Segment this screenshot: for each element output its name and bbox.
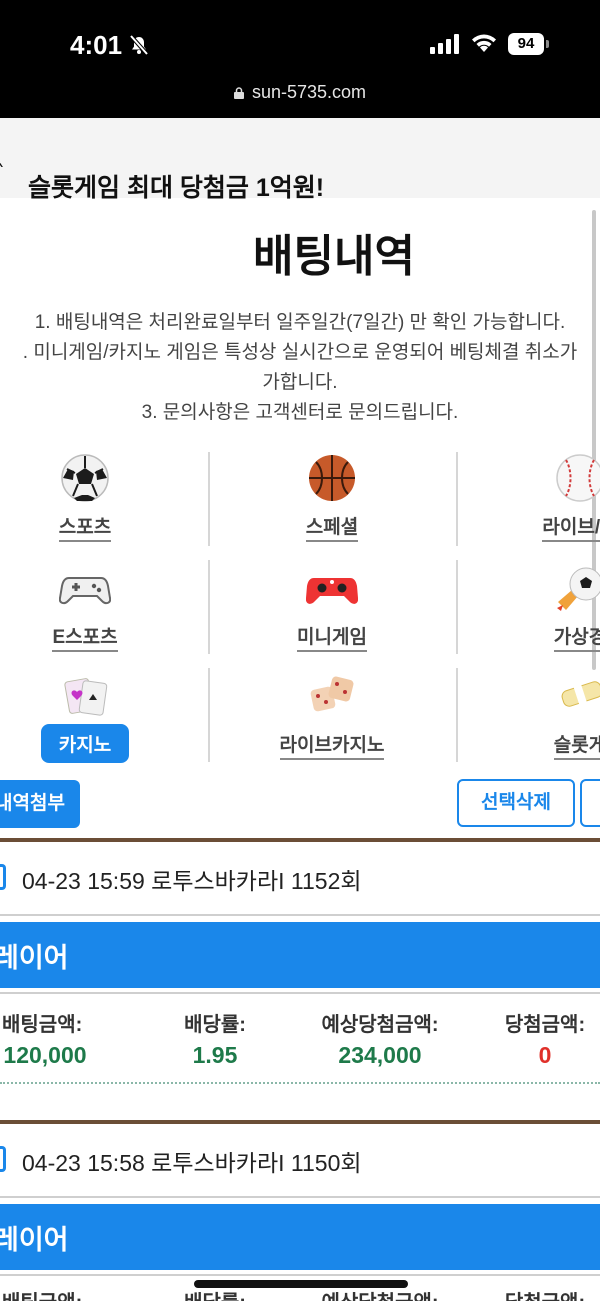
bet-result-text: 레이어 bbox=[0, 943, 69, 973]
bet-checkbox[interactable] bbox=[0, 1146, 6, 1172]
expected-win-label: 예상당첨금액: bbox=[300, 1286, 460, 1301]
page-title: 배팅내역 bbox=[253, 232, 415, 281]
bet-record-header[interactable]: 04-23 15:58 로투스바카라I 1150회 bbox=[0, 1124, 600, 1196]
rocket-ball-icon bbox=[557, 567, 600, 611]
battery-indicator: 94 bbox=[508, 33, 549, 55]
category-label: 라이브카지노 bbox=[279, 730, 385, 760]
odds-value: 1.95 bbox=[192, 1042, 238, 1068]
cards-icon bbox=[64, 678, 108, 716]
category-label: 스페셜 bbox=[305, 512, 359, 542]
dotted-divider bbox=[0, 1082, 600, 1084]
dice-icon bbox=[310, 676, 354, 712]
notice-line-2: . 미니게임/카지노 게임은 특성상 실시간으로 운영되어 베팅체결 취소가 bbox=[22, 342, 578, 363]
bet-amount-label: 배팅금액: bbox=[0, 1286, 100, 1301]
bet-checkbox[interactable] bbox=[0, 864, 6, 890]
attach-history-button[interactable]: 내역첨부 bbox=[0, 780, 80, 828]
notice-line-1: 1. 배팅내역은 처리완료일부터 일주일간(7일간) 만 확인 가능합니다. bbox=[34, 312, 566, 333]
category-label-active: 카지노 bbox=[40, 724, 130, 763]
gamepad-icon bbox=[59, 577, 111, 605]
status-bar: 4:01 94 sun-5735.com bbox=[0, 0, 600, 118]
divider bbox=[208, 668, 210, 762]
address-bar[interactable]: sun-5735.com bbox=[0, 82, 600, 103]
notice-line-3: 가합니다. bbox=[262, 372, 338, 393]
bet-result-bar: 레이어 bbox=[0, 922, 600, 988]
divider bbox=[0, 992, 600, 994]
red-controller-icon bbox=[306, 578, 358, 604]
divider bbox=[208, 560, 210, 654]
bet-result-bar: 레이어 bbox=[0, 1204, 600, 1270]
category-label: 스포츠 bbox=[58, 512, 112, 542]
basketball-icon bbox=[309, 455, 355, 501]
clock: 4:01 bbox=[70, 30, 123, 60]
lock-icon bbox=[233, 87, 244, 99]
delete-selected-button[interactable]: 선택삭제 bbox=[457, 779, 575, 827]
category-live-casino[interactable]: 라이브카지노 bbox=[212, 670, 452, 760]
divider bbox=[0, 1196, 600, 1198]
divider bbox=[0, 914, 600, 916]
wifi-icon bbox=[472, 34, 496, 52]
notice-line-4: 3. 문의사항은 고객센터로 문의드립니다. bbox=[141, 402, 459, 423]
expected-win-value: 234,000 bbox=[338, 1042, 422, 1068]
odds-label: 배당률: bbox=[160, 1286, 270, 1301]
category-label: 가상경 bbox=[553, 622, 600, 652]
category-label: 라이브/실 bbox=[542, 512, 600, 542]
notice-text: 1. 배팅내역은 처리완료일부터 일주일간(7일간) 만 확인 가능합니다. .… bbox=[0, 308, 600, 428]
category-minigame[interactable]: 미니게임 bbox=[212, 562, 452, 652]
category-label: 슬롯게 bbox=[553, 730, 600, 760]
bet-amount-value: 120,000 bbox=[3, 1042, 87, 1068]
won-amount-value: 0 bbox=[538, 1042, 552, 1068]
divider bbox=[456, 560, 458, 654]
category-sports[interactable]: 스포츠 bbox=[0, 452, 205, 542]
odds-label: 배당률: bbox=[184, 1014, 246, 1036]
bet-result-text: 레이어 bbox=[0, 1225, 69, 1255]
silent-bell-icon bbox=[129, 34, 149, 56]
banner-text[interactable]: 슬롯게임 최대 당첨금 1억원! bbox=[28, 168, 324, 204]
category-live[interactable]: 라이브/실 bbox=[460, 452, 600, 542]
bet-record-title: 04-23 15:58 로투스바카라I 1150회 bbox=[22, 1150, 362, 1176]
banner-arrow-icon: ˆ bbox=[0, 162, 5, 187]
bet-amount-label: 배팅금액: bbox=[2, 1014, 83, 1036]
baseball-icon bbox=[556, 454, 600, 502]
bet-record-title: 04-23 15:59 로투스바카라I 1152회 bbox=[22, 868, 362, 894]
divider bbox=[456, 668, 458, 762]
won-amount-label: 당첨금액: bbox=[504, 1014, 586, 1036]
category-label: E스포츠 bbox=[52, 622, 118, 652]
category-esports[interactable]: E스포츠 bbox=[0, 562, 205, 652]
won-amount-label: 당첨금액: bbox=[490, 1286, 600, 1301]
soccer-ball-icon bbox=[61, 454, 109, 502]
category-slot[interactable]: 슬롯게 bbox=[460, 670, 600, 760]
category-special[interactable]: 스페셜 bbox=[212, 452, 452, 542]
slot-icon bbox=[561, 681, 600, 707]
bet-record-header[interactable]: 04-23 15:59 로투스바카라I 1152회 bbox=[0, 842, 600, 914]
more-action-button[interactable] bbox=[580, 779, 600, 827]
divider bbox=[0, 1274, 600, 1276]
category-label: 미니게임 bbox=[297, 622, 367, 652]
signal-icon bbox=[430, 34, 459, 54]
category-virtual[interactable]: 가상경 bbox=[460, 562, 600, 652]
divider bbox=[456, 452, 458, 546]
expected-win-label: 예상당첨금액: bbox=[321, 1014, 439, 1036]
category-casino[interactable]: 카지노 bbox=[0, 670, 205, 763]
url-text: sun-5735.com bbox=[251, 82, 367, 102]
divider bbox=[208, 452, 210, 546]
home-indicator[interactable] bbox=[194, 1280, 408, 1288]
